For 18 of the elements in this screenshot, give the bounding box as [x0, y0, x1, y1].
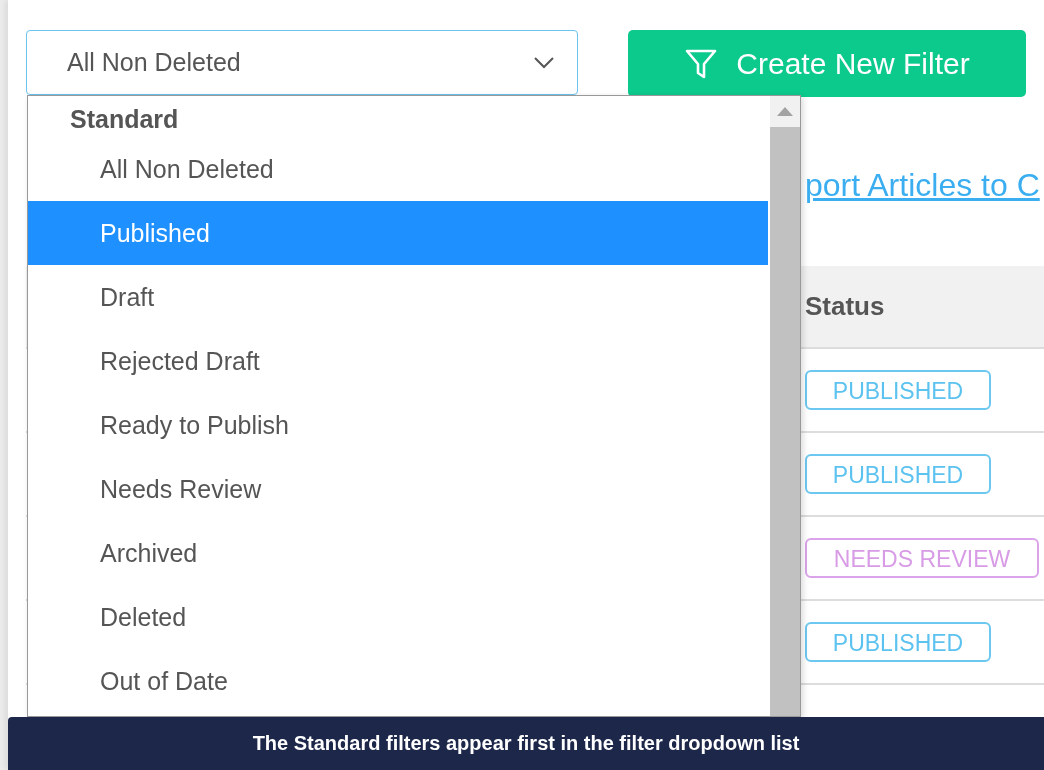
dropdown-option[interactable]: Ready to Publish — [28, 393, 768, 457]
caption-banner: The Standard filters appear first in the filter dropdown list — [8, 717, 1044, 770]
status-badge: NEEDS REVIEW — [805, 538, 1039, 578]
dropdown-option[interactable]: Draft — [28, 265, 768, 329]
dropdown-option[interactable]: Out of Date — [28, 649, 768, 713]
triangle-up-icon — [777, 107, 793, 116]
status-badge: PUBLISHED — [805, 370, 991, 410]
status-badge: PUBLISHED — [805, 622, 991, 662]
status-badge: PUBLISHED — [805, 454, 991, 494]
filter-select[interactable]: All Non Deleted — [26, 30, 578, 95]
column-header: Status — [805, 291, 885, 322]
dropdown-option[interactable]: Needs Review — [28, 457, 768, 521]
chevron-down-icon — [533, 55, 555, 70]
dropdown-option[interactable]: Archived — [28, 521, 768, 585]
group-header: Standard — [69, 104, 180, 135]
dropdown-option[interactable]: Deleted — [28, 585, 768, 649]
dropdown-option[interactable]: All Non Deleted — [28, 137, 768, 201]
dropdown-option[interactable]: Rejected Draft — [28, 329, 768, 393]
